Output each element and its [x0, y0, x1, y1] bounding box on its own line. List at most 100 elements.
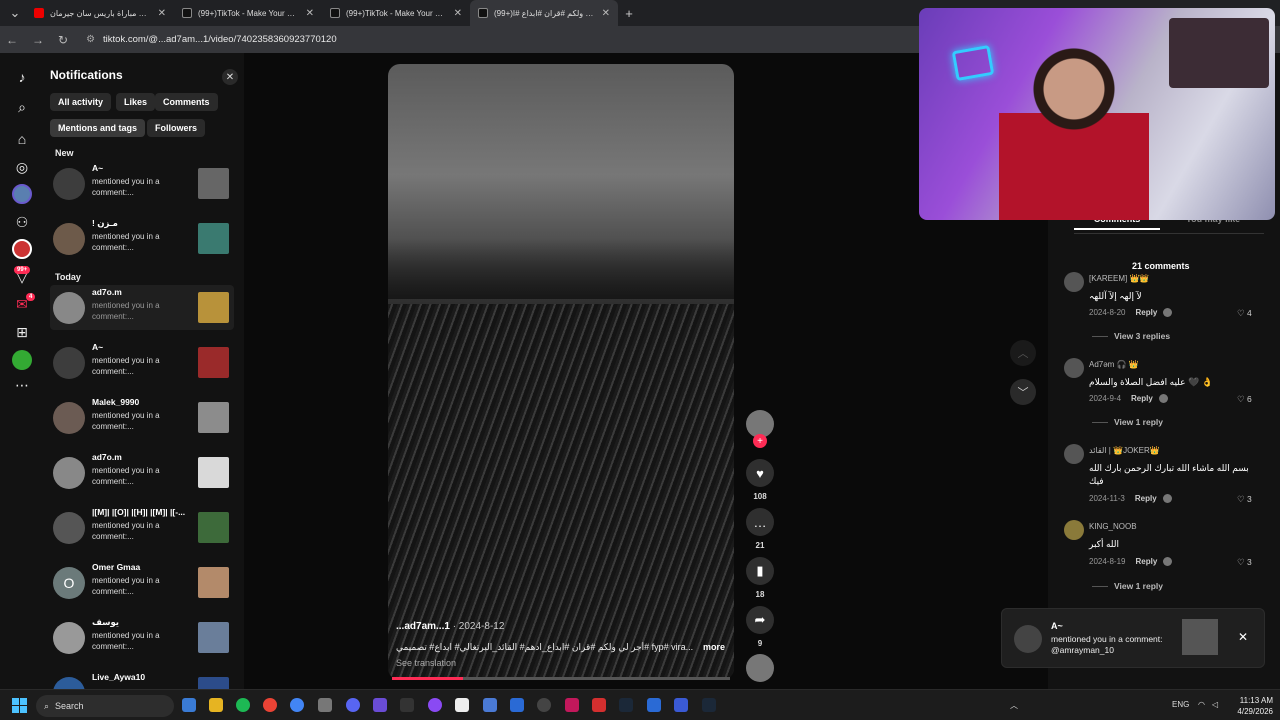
forward-icon[interactable]: → — [32, 33, 44, 47]
video-thumbnail[interactable] — [198, 292, 229, 323]
close-icon[interactable]: ✕ — [1238, 630, 1248, 644]
site-info-icon[interactable]: ⚙ — [86, 34, 95, 45]
language-indicator[interactable]: ENG — [1172, 700, 1189, 709]
app-icon[interactable] — [318, 698, 332, 712]
reply-button[interactable]: Reply — [1135, 308, 1157, 317]
upload-icon[interactable]: ⊞ — [12, 322, 32, 342]
notification-username[interactable]: Malek_9990 — [92, 397, 187, 407]
reload-icon[interactable]: ↻ — [58, 33, 68, 47]
file-explorer-icon[interactable] — [209, 698, 223, 712]
notification-username[interactable]: يوسف — [92, 617, 187, 628]
wifi-icon[interactable]: ◠ — [1198, 700, 1205, 709]
tab-search-dropdown-icon[interactable]: ⌄ — [4, 5, 26, 21]
filter-likes[interactable]: Likes — [116, 93, 156, 111]
view-replies-button[interactable]: View 1 reply — [1092, 417, 1163, 427]
comment-like[interactable]: ♡ 3 — [1237, 494, 1252, 505]
tiktok-logo-icon[interactable]: ♪ — [12, 67, 32, 87]
windows-start-icon[interactable] — [12, 698, 27, 713]
discord-icon[interactable] — [346, 698, 360, 712]
url-field[interactable]: ⚙ tiktok.com/@...ad7am...1/video/7402358… — [86, 34, 337, 45]
notification-username[interactable]: ! مـزن — [92, 218, 187, 229]
close-tab-icon[interactable]: ✕ — [602, 8, 610, 19]
filter-mentions-and-tags[interactable]: Mentions and tags — [50, 119, 146, 137]
previous-video-button[interactable]: ︿ — [1010, 340, 1036, 366]
notification-item[interactable]: ad7o.m mentioned you in a comment:... — [50, 285, 234, 330]
browser-tab[interactable]: (99+)TikTok - Make Your Day ✕ — [322, 0, 470, 26]
explore-icon[interactable]: ◎ — [12, 157, 32, 177]
browser-tab[interactable]: (99+)TikTok - Make Your Day ✕ — [174, 0, 322, 26]
chrome-icon[interactable] — [263, 698, 277, 712]
spotify-icon[interactable] — [236, 698, 250, 712]
video-author[interactable]: ...ad7am...1 · 2024-8-12 — [396, 621, 504, 632]
avatar[interactable] — [1064, 444, 1084, 464]
app-icon[interactable] — [428, 698, 442, 712]
video-author-name[interactable]: ...ad7am...1 — [396, 621, 450, 632]
video-thumbnail[interactable] — [198, 512, 229, 543]
home-icon[interactable]: ⌂ — [12, 129, 32, 149]
following-avatar[interactable] — [12, 184, 32, 204]
avatar[interactable] — [1064, 272, 1084, 292]
close-icon[interactable]: ✕ — [222, 69, 238, 85]
app-icon[interactable] — [537, 698, 551, 712]
reply-button[interactable]: Reply — [1135, 494, 1157, 503]
video-player[interactable] — [388, 64, 734, 680]
browser-tab[interactable]: ملخص مباراة باريس سان جيرمان ✕ — [26, 0, 174, 26]
notification-item[interactable]: Malek_9990 mentioned you in a comment:..… — [50, 395, 234, 440]
notification-item[interactable]: |[M]| |[O]| |[H]| |[M]| |[-... mentioned… — [50, 505, 234, 550]
tray-chevron-icon[interactable]: ︿ — [1010, 700, 1018, 711]
taskbar-clock[interactable]: 11:13 AM 4/29/2026 — [1229, 695, 1273, 717]
new-tab-icon[interactable]: + — [618, 6, 640, 21]
chrome-profile-icon[interactable] — [290, 698, 304, 712]
notification-username[interactable]: Live_Aywa10 — [92, 672, 187, 682]
app-icon[interactable] — [592, 698, 606, 712]
avatar[interactable] — [53, 402, 85, 434]
browser-tab-active[interactable]: (99+)أجر لي ولكم #قران #ابداع #ا... ✕ — [470, 0, 618, 26]
avatar[interactable] — [53, 347, 85, 379]
music-disc-icon[interactable] — [746, 654, 774, 682]
video-thumbnail[interactable] — [198, 223, 229, 254]
avatar[interactable] — [1064, 520, 1084, 540]
avatar[interactable] — [53, 168, 85, 200]
bookmark-icon[interactable]: ▮ — [746, 557, 774, 585]
app-icon[interactable] — [674, 698, 688, 712]
volume-icon[interactable]: ◁ — [1212, 700, 1218, 709]
app-icon[interactable] — [647, 698, 661, 712]
follow-plus-icon[interactable]: + — [753, 434, 767, 448]
video-thumbnail[interactable] — [198, 622, 229, 653]
app-icon[interactable] — [483, 698, 497, 712]
app-icon[interactable] — [565, 698, 579, 712]
avatar[interactable] — [53, 457, 85, 489]
avatar[interactable] — [1064, 358, 1084, 378]
see-translation-link[interactable]: See translation — [396, 658, 456, 668]
close-tab-icon[interactable]: ✕ — [158, 8, 166, 19]
video-thumbnail[interactable] — [198, 457, 229, 488]
filter-all-activity[interactable]: All activity — [50, 93, 112, 111]
notification-username[interactable]: ad7o.m — [92, 452, 187, 462]
notification-toast[interactable]: A~ mentioned you in a comment: @amrayman… — [1001, 608, 1265, 668]
notification-username[interactable]: A~ — [92, 342, 187, 352]
avatar[interactable]: O — [53, 567, 85, 599]
comment-like[interactable]: ♡ 3 — [1237, 557, 1252, 568]
avatar[interactable] — [53, 512, 85, 544]
notification-item[interactable]: Live_Aywa10 — [50, 670, 234, 689]
reply-button[interactable]: Reply — [1131, 394, 1153, 403]
video-thumbnail[interactable] — [198, 347, 229, 378]
steam-icon[interactable] — [619, 698, 633, 712]
filter-comments[interactable]: Comments — [155, 93, 218, 111]
notification-username[interactable]: Omer Gmaa — [92, 562, 187, 572]
close-tab-icon[interactable]: ✕ — [306, 8, 314, 19]
like-icon[interactable]: ♥ — [746, 459, 774, 487]
notification-username[interactable]: |[M]| |[O]| |[H]| |[M]| |[-... — [92, 507, 187, 517]
share-icon[interactable]: ➦ — [746, 606, 774, 634]
live-avatar[interactable] — [12, 239, 32, 259]
filter-followers[interactable]: Followers — [147, 119, 206, 137]
app-icon[interactable] — [455, 698, 469, 712]
notification-username[interactable]: A~ — [92, 163, 187, 173]
reply-button[interactable]: Reply — [1135, 557, 1157, 566]
notification-item[interactable]: ! مـزن mentioned you in a comment:... — [50, 216, 234, 261]
comment-like[interactable]: ♡ 4 — [1237, 308, 1252, 319]
next-video-button[interactable]: ﹀ — [1010, 379, 1036, 405]
video-progress-bar[interactable] — [392, 677, 730, 680]
app-icon[interactable] — [400, 698, 414, 712]
more-button[interactable]: more — [703, 642, 725, 652]
